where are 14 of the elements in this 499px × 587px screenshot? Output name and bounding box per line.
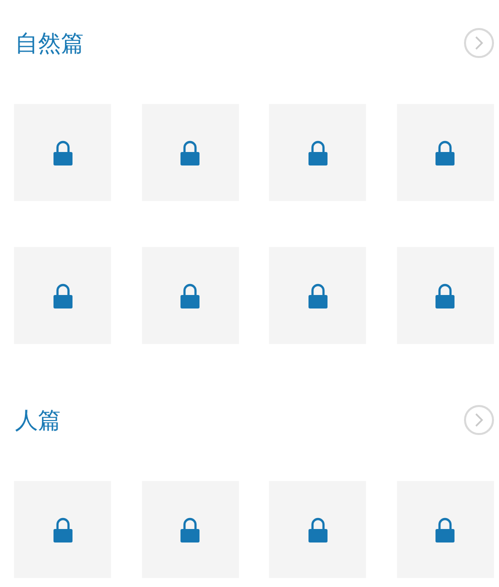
locked-tile[interactable] bbox=[396, 481, 494, 578]
section-title: 自然篇 bbox=[14, 30, 84, 58]
locked-tile[interactable] bbox=[269, 247, 366, 344]
locked-tile[interactable] bbox=[142, 247, 239, 344]
locked-tile[interactable] bbox=[14, 247, 111, 344]
locked-tile[interactable] bbox=[269, 481, 366, 578]
locked-tile[interactable] bbox=[269, 104, 366, 201]
locked-tile[interactable] bbox=[142, 481, 239, 578]
locked-tile[interactable] bbox=[142, 104, 239, 201]
locked-tile[interactable] bbox=[14, 481, 111, 578]
locked-tile[interactable] bbox=[396, 247, 494, 344]
locked-tile[interactable] bbox=[396, 104, 494, 201]
locked-tile[interactable] bbox=[14, 104, 111, 201]
section-title: 人篇 bbox=[14, 406, 61, 436]
